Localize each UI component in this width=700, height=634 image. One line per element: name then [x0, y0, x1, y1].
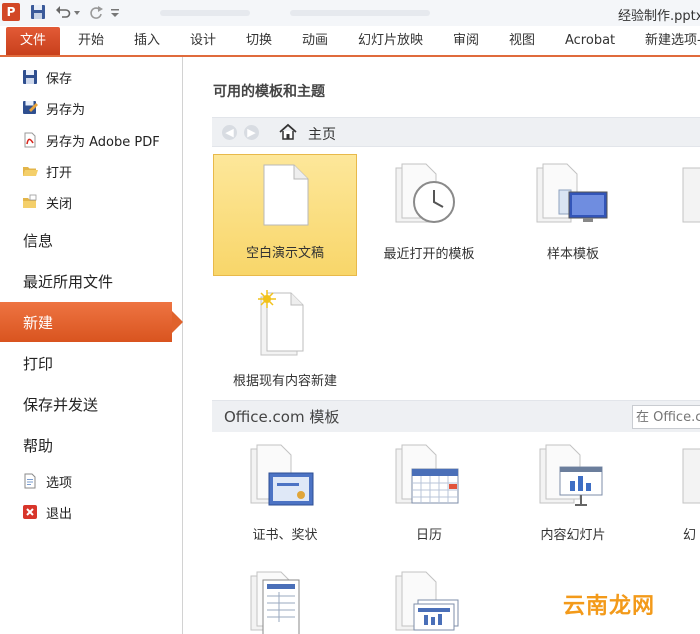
template-new-from-existing[interactable]: 根据现有内容新建 — [213, 281, 357, 403]
watermark: 云南龙网 — [563, 594, 656, 619]
powerpoint-logo-icon[interactable]: P — [2, 3, 20, 21]
blank-document-icon — [263, 164, 309, 226]
template-label: 最近打开的模板 — [383, 247, 475, 262]
office-templates-bar: Office.com 模板 — [212, 400, 700, 432]
certificate-icon — [250, 444, 314, 506]
document-stack-icon — [682, 448, 700, 504]
blurred-region — [290, 10, 430, 16]
template-calendar[interactable]: 日历 — [357, 435, 501, 557]
new-from-existing-icon — [258, 290, 304, 356]
template-forms[interactable] — [213, 562, 357, 634]
back-arrow-icon[interactable]: ◀ — [222, 125, 237, 140]
blurred-region — [160, 10, 250, 16]
available-templates-title: 可用的模板和主题 — [213, 84, 325, 100]
forward-arrow-icon[interactable]: ▶ — [244, 125, 259, 140]
template-partial-right[interactable]: 幻 — [645, 435, 700, 557]
office-templates-title: Office.com 模板 — [224, 408, 340, 426]
floppy-save-icon — [23, 70, 37, 84]
nav-new[interactable]: 新建 — [0, 302, 183, 342]
customize-toolbar-icon[interactable] — [110, 4, 120, 20]
nav-open[interactable]: 打开 — [0, 157, 183, 185]
nav-exit[interactable]: 退出 — [0, 498, 183, 526]
template-recent[interactable]: 最近打开的模板 — [357, 154, 501, 276]
nav-options-label: 选项 — [46, 476, 73, 491]
nav-info[interactable]: 信息 — [0, 220, 183, 260]
template-samples[interactable]: 样本模板 — [501, 154, 645, 276]
tab-design[interactable]: 设计 — [190, 26, 216, 56]
open-folder-icon — [23, 167, 38, 176]
close-folder-icon — [23, 194, 37, 208]
sample-templates-icon — [536, 163, 608, 223]
content-slides-icon — [539, 444, 603, 506]
tab-home[interactable]: 开始 — [78, 26, 104, 56]
nav-save-as-pdf-label: 另存为 Adobe PDF — [46, 135, 160, 150]
template-certificates[interactable]: 证书、奖状 — [213, 435, 357, 557]
form-document-icon — [250, 571, 300, 634]
nav-save-label: 保存 — [46, 72, 73, 87]
nav-print-label: 打印 — [23, 355, 54, 373]
title-bar: P 经验制作.pptx — [0, 0, 700, 26]
template-presentations[interactable] — [357, 562, 501, 634]
nav-recent-label: 最近所用文件 — [23, 273, 114, 291]
template-label: 样本模板 — [546, 247, 599, 262]
backstage-nav: 保存 另存为 另存为 Adobe PDF 打开 关闭 信息 最近所用文件 新建 … — [0, 57, 183, 634]
template-label: 根据现有内容新建 — [232, 374, 337, 389]
save-as-icon — [23, 101, 38, 114]
undo-icon[interactable] — [55, 4, 71, 20]
document-stack-icon — [682, 167, 700, 223]
tab-insert[interactable]: 插入 — [134, 26, 160, 56]
nav-open-label: 打开 — [46, 166, 73, 181]
home-link[interactable]: 主页 — [308, 124, 336, 144]
nav-options[interactable]: 选项 — [0, 467, 183, 495]
exit-icon — [23, 505, 37, 519]
nav-save-send-label: 保存并发送 — [23, 396, 99, 414]
nav-print[interactable]: 打印 — [0, 343, 183, 383]
tab-file[interactable]: 文件 — [6, 27, 60, 55]
home-icon[interactable] — [279, 123, 297, 141]
template-partial[interactable] — [645, 154, 700, 276]
nav-info-label: 信息 — [23, 232, 54, 250]
nav-recent[interactable]: 最近所用文件 — [0, 261, 183, 301]
tab-view[interactable]: 视图 — [509, 26, 535, 56]
quick-save-icon[interactable] — [30, 4, 46, 20]
presentation-stack-icon — [395, 571, 459, 631]
template-blank-presentation[interactable]: 空白演示文稿 — [213, 154, 357, 276]
office-search-input[interactable] — [633, 406, 700, 429]
nav-new-label: 新建 — [23, 314, 54, 332]
calendar-icon — [395, 444, 459, 504]
tab-new-options[interactable]: 新建选项- — [645, 26, 700, 56]
template-navbar: ◀ ▶ 主页 — [212, 117, 700, 147]
nav-help-label: 帮助 — [23, 437, 54, 455]
tab-slideshow[interactable]: 幻灯片放映 — [358, 26, 423, 56]
undo-dropdown-icon[interactable] — [73, 4, 81, 20]
ribbon-tab-bar: 文件 开始 插入 设计 切换 动画 幻灯片放映 审阅 视图 Acrobat 新建… — [0, 26, 700, 56]
tab-acrobat[interactable]: Acrobat — [565, 26, 615, 56]
template-label: 证书、奖状 — [252, 528, 318, 543]
tab-animations[interactable]: 动画 — [302, 26, 328, 56]
options-icon — [24, 473, 36, 489]
template-content-slides[interactable]: 内容幻灯片 — [501, 435, 645, 557]
recent-templates-clock-icon — [395, 163, 455, 223]
pdf-save-icon — [24, 132, 36, 148]
tab-review[interactable]: 审阅 — [453, 26, 479, 56]
template-label-partial: 幻 — [683, 528, 697, 543]
template-label: 日历 — [415, 528, 442, 543]
template-label: 内容幻灯片 — [540, 528, 606, 543]
redo-icon[interactable] — [88, 4, 104, 20]
office-search-box[interactable] — [632, 405, 700, 429]
nav-save-as-label: 另存为 — [46, 103, 86, 118]
nav-save-send[interactable]: 保存并发送 — [0, 384, 183, 424]
tab-transitions[interactable]: 切换 — [246, 26, 272, 56]
nav-exit-label: 退出 — [46, 507, 73, 522]
nav-close-label: 关闭 — [46, 197, 73, 212]
backstage-main: 可用的模板和主题 ◀ ▶ 主页 空白演示文稿 最近打开的模板 样本模板 根据现有… — [184, 57, 700, 634]
nav-help[interactable]: 帮助 — [0, 425, 183, 465]
nav-save-as[interactable]: 另存为 — [0, 94, 183, 122]
nav-save-as-pdf[interactable]: 另存为 Adobe PDF — [0, 126, 183, 154]
document-title: 经验制作.pptx — [618, 9, 700, 24]
template-label: 空白演示文稿 — [245, 246, 324, 261]
nav-close[interactable]: 关闭 — [0, 188, 183, 216]
nav-save[interactable]: 保存 — [0, 63, 183, 91]
